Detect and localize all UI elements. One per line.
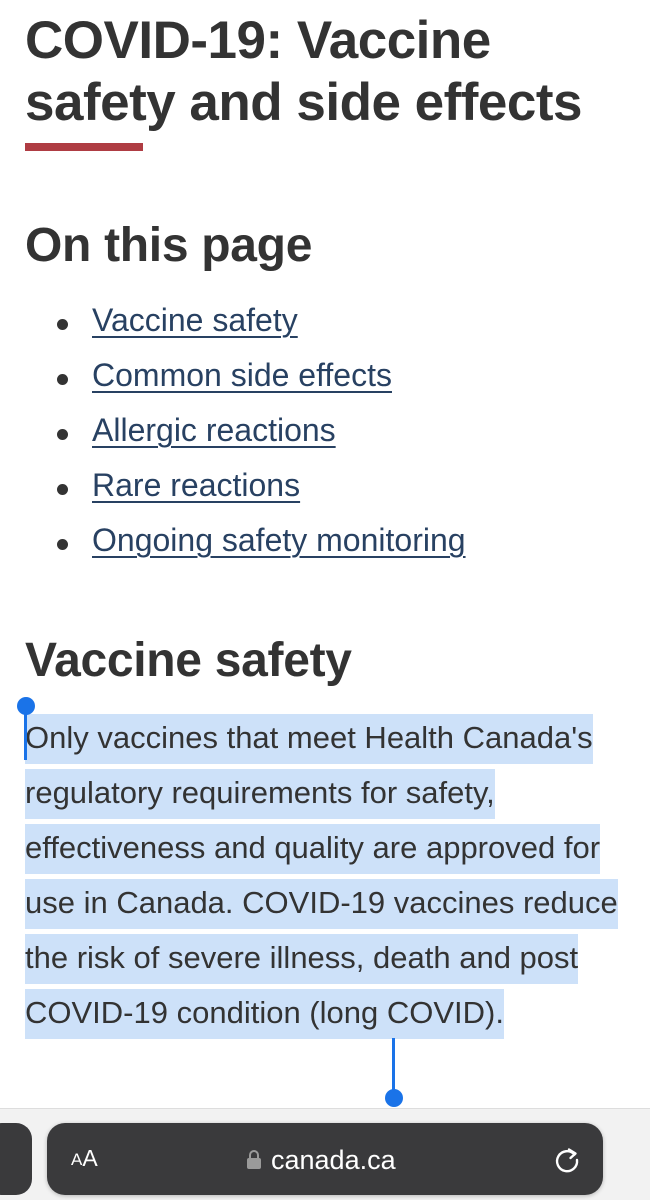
selection-start-caret: [24, 712, 27, 760]
toc-link-allergic-reactions[interactable]: Allergic reactions: [92, 410, 336, 450]
selection-end-caret: [392, 1038, 395, 1092]
text-size-button[interactable]: AA: [71, 1145, 111, 1175]
bullet-icon: [57, 539, 68, 550]
toc-link-common-side-effects[interactable]: Common side effects: [92, 355, 392, 395]
toc-list: Vaccine safety Common side effects Aller…: [0, 294, 650, 569]
reload-icon[interactable]: [552, 1145, 582, 1175]
toc-item-ongoing-safety-monitoring: Ongoing safety monitoring: [0, 514, 650, 569]
toc-link-rare-reactions[interactable]: Rare reactions: [92, 465, 300, 505]
toc-link-vaccine-safety[interactable]: Vaccine safety: [92, 300, 298, 340]
selection-start-handle[interactable]: [17, 697, 35, 715]
toc-item-common-side-effects: Common side effects: [0, 349, 650, 404]
bullet-icon: [57, 319, 68, 330]
bullet-icon: [57, 484, 68, 495]
page-title: COVID-19: Vaccine safety and side effect…: [25, 11, 583, 132]
previous-tab-pill[interactable]: [0, 1123, 32, 1195]
url-display[interactable]: canada.ca: [247, 1143, 396, 1177]
text-size-small-a: A: [71, 1150, 83, 1169]
vaccine-safety-paragraph[interactable]: Only vaccines that meet Health Canada's …: [25, 710, 625, 1040]
toc-item-rare-reactions: Rare reactions: [0, 459, 650, 514]
url-text: canada.ca: [271, 1145, 396, 1175]
lock-icon: [247, 1150, 261, 1170]
web-page: COVID-19: Vaccine safety and side effect…: [0, 0, 650, 1108]
toc-item-vaccine-safety: Vaccine safety: [0, 294, 650, 349]
bullet-icon: [57, 374, 68, 385]
vaccine-safety-heading: Vaccine safety: [25, 634, 352, 687]
toc-heading: On this page: [25, 219, 313, 272]
address-bar[interactable]: AA canada.ca: [47, 1123, 603, 1195]
toc-item-allergic-reactions: Allergic reactions: [0, 404, 650, 459]
text-size-large-a: A: [82, 1145, 98, 1171]
browser-toolbar: AA canada.ca: [0, 1108, 650, 1200]
bullet-icon: [57, 429, 68, 440]
toc-link-ongoing-safety-monitoring[interactable]: Ongoing safety monitoring: [92, 520, 466, 560]
selected-text[interactable]: Only vaccines that meet Health Canada's …: [25, 714, 618, 1039]
selection-end-handle[interactable]: [385, 1089, 403, 1107]
title-underline-rule: [25, 143, 143, 151]
